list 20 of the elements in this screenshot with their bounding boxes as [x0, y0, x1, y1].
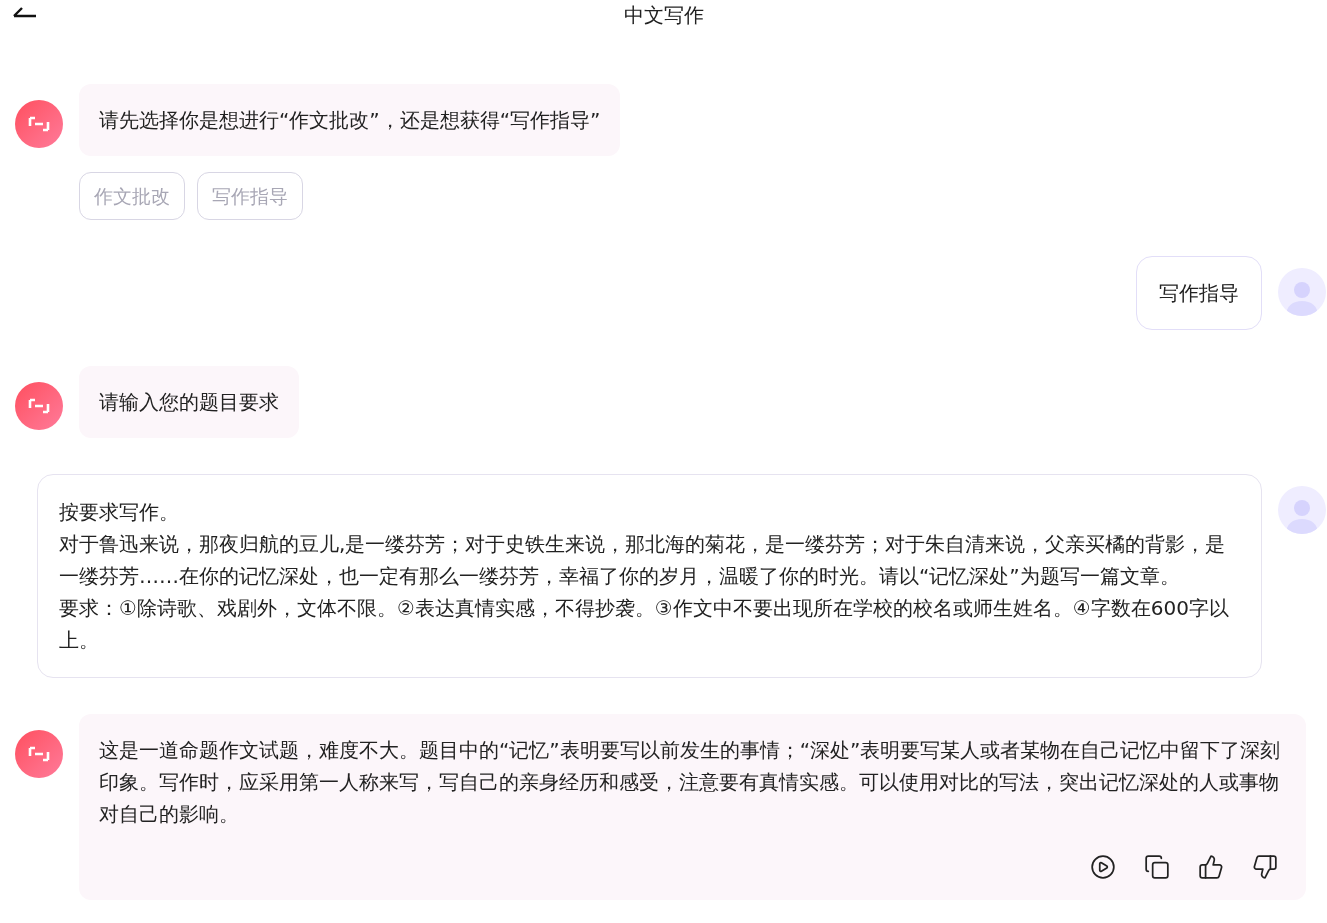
play-icon[interactable] [1090, 854, 1116, 880]
bot-avatar-icon [15, 382, 63, 430]
message-paragraph: 要求：①除诗歌、戏剧外，文体不限。②表达真情实感，不得抄袭。③作文中不要出现所在学校的校名或师生姓名。④字数在600字以上。 [59, 595, 1230, 654]
message-paragraph: 按要求写作。 [59, 499, 180, 526]
bot-avatar-icon [15, 100, 63, 148]
thumbs-down-icon[interactable] [1252, 854, 1278, 880]
option-button[interactable]: 作文批改 [79, 172, 185, 220]
copy-icon[interactable] [1144, 854, 1170, 880]
option-button[interactable]: 写作指导 [197, 172, 303, 220]
page-title: 中文写作 [623, 2, 704, 29]
bot-message-bubble: 请先选择你是想进行“作文批改”，还是想获得“写作指导” [79, 84, 621, 156]
bot-message-bubble: 这是一道命题作文试题，难度不大。题目中的“记忆”表明要写以前发生的事情；“深处”表明要写某人或者某物在自己记忆中留下了深刻印象。写作时，应采用第一人称来写，写自己的亲身经历和感受，注意要有真情实感。可以使用对比的写法，突出记忆深处的人或事物对自己的影响。 [79, 714, 1306, 900]
user-avatar-icon [1278, 268, 1326, 316]
bot-message-bubble: 请输入您的题目要求 [79, 366, 299, 438]
thumbs-up-icon[interactable] [1198, 854, 1224, 880]
user-avatar-icon [1278, 486, 1326, 534]
message-paragraph: 对于鲁迅来说，那夜归航的豆儿,是一缕芬芳；对于史铁生来说，那北海的菊花，是一缕芬芳；对于朱自清来说，父亲买橘的背影，是一缕芬芳……在你的记忆深处，也一定有那么一缕芬芳，幸福了你的岁月，温暖了你的时光。请以“记忆深处”为题写一篇文章。 [59, 531, 1227, 590]
user-message-bubble: 写作指导 [1136, 256, 1262, 330]
bot-avatar-icon [15, 730, 63, 778]
back-arrow-icon[interactable] [12, 4, 38, 18]
